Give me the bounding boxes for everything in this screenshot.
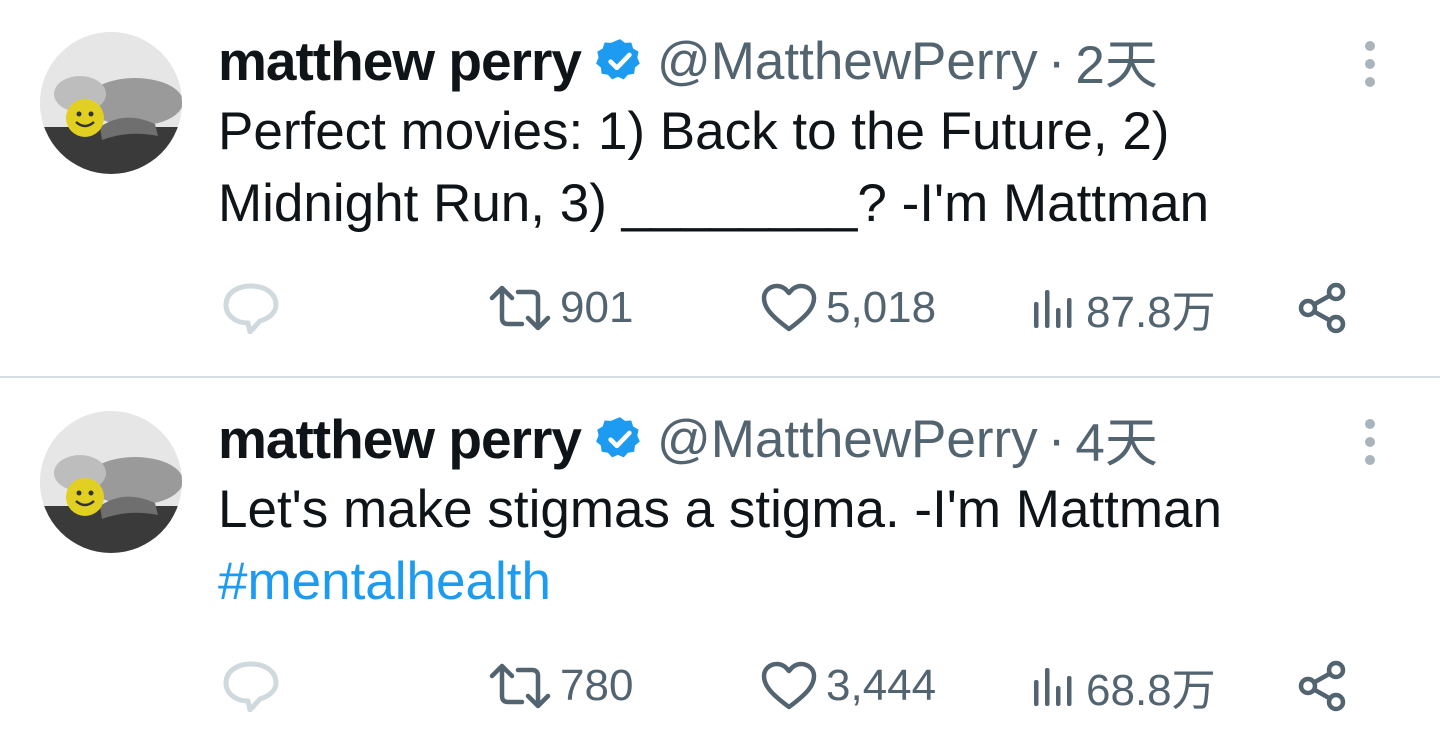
reply-button[interactable] xyxy=(222,268,280,348)
avatar[interactable] xyxy=(40,411,182,553)
tweet-body: Let's make stigmas a stigma. -I'm Mattma… xyxy=(218,480,1222,539)
retweet-button[interactable]: 780 xyxy=(488,646,633,726)
avatar[interactable] xyxy=(40,32,182,174)
heart-icon xyxy=(761,283,817,332)
tweet-text: Perfect movies: 1) Back to the Future, 2… xyxy=(218,96,1378,240)
author-name[interactable]: matthew perry xyxy=(218,29,582,93)
views-icon xyxy=(1034,668,1072,706)
tweet-timestamp[interactable]: 2天 xyxy=(1075,23,1157,99)
reply-icon xyxy=(223,661,279,712)
retweet-count: 901 xyxy=(560,283,634,332)
tweet-actions: 901 5,018 87.8万 xyxy=(0,268,1440,348)
views-button[interactable]: 68.8万 xyxy=(1030,646,1216,726)
author-handle[interactable]: @MatthewPerry xyxy=(657,31,1038,92)
reply-icon xyxy=(223,283,279,334)
retweet-icon xyxy=(489,663,551,709)
like-button[interactable]: 5,018 xyxy=(760,268,936,348)
tweet[interactable]: matthew perry @MatthewPerry · 4天 Let's m… xyxy=(0,378,1440,754)
verified-badge-icon xyxy=(595,417,640,458)
share-button[interactable] xyxy=(1296,646,1350,726)
more-vertical-icon[interactable] xyxy=(1358,418,1382,466)
like-button[interactable]: 3,444 xyxy=(760,646,936,726)
tweet[interactable]: matthew perry @MatthewPerry · 2天 Perfect… xyxy=(0,0,1440,378)
tweet-body: Perfect movies: 1) Back to the Future, 2… xyxy=(218,102,1210,233)
tweet-timestamp[interactable]: 4天 xyxy=(1075,401,1157,477)
reply-button[interactable] xyxy=(222,646,280,726)
retweet-button[interactable]: 901 xyxy=(488,268,633,348)
avatar-image xyxy=(40,411,182,553)
share-icon xyxy=(1298,660,1346,712)
separator-dot: · xyxy=(1047,31,1066,91)
avatar-image xyxy=(40,32,182,174)
tweet-header: matthew perry @MatthewPerry · 2天 xyxy=(218,28,1158,95)
tweet-feed: matthew perry @MatthewPerry · 2天 Perfect… xyxy=(0,0,1440,755)
tweet-actions: 780 3,444 68.8万 xyxy=(0,646,1440,726)
views-count: 87.8万 xyxy=(1086,288,1216,337)
retweet-count: 780 xyxy=(560,661,634,710)
views-icon xyxy=(1034,290,1072,328)
separator-dot: · xyxy=(1047,409,1066,469)
tweet-text: Let's make stigmas a stigma. -I'm Mattma… xyxy=(218,474,1378,618)
like-count: 5,018 xyxy=(826,283,937,332)
retweet-icon xyxy=(489,285,551,331)
share-button[interactable] xyxy=(1296,268,1350,348)
author-name[interactable]: matthew perry xyxy=(218,407,582,471)
author-handle[interactable]: @MatthewPerry xyxy=(657,409,1038,470)
like-count: 3,444 xyxy=(826,661,937,710)
more-vertical-icon[interactable] xyxy=(1358,40,1382,88)
verified-badge-icon xyxy=(595,39,640,80)
hashtag-link[interactable]: #mentalhealth xyxy=(218,546,1378,618)
tweet-header: matthew perry @MatthewPerry · 4天 xyxy=(218,406,1158,473)
views-count: 68.8万 xyxy=(1086,666,1216,715)
heart-icon xyxy=(761,661,817,710)
views-button[interactable]: 87.8万 xyxy=(1030,268,1216,348)
share-icon xyxy=(1298,282,1346,334)
